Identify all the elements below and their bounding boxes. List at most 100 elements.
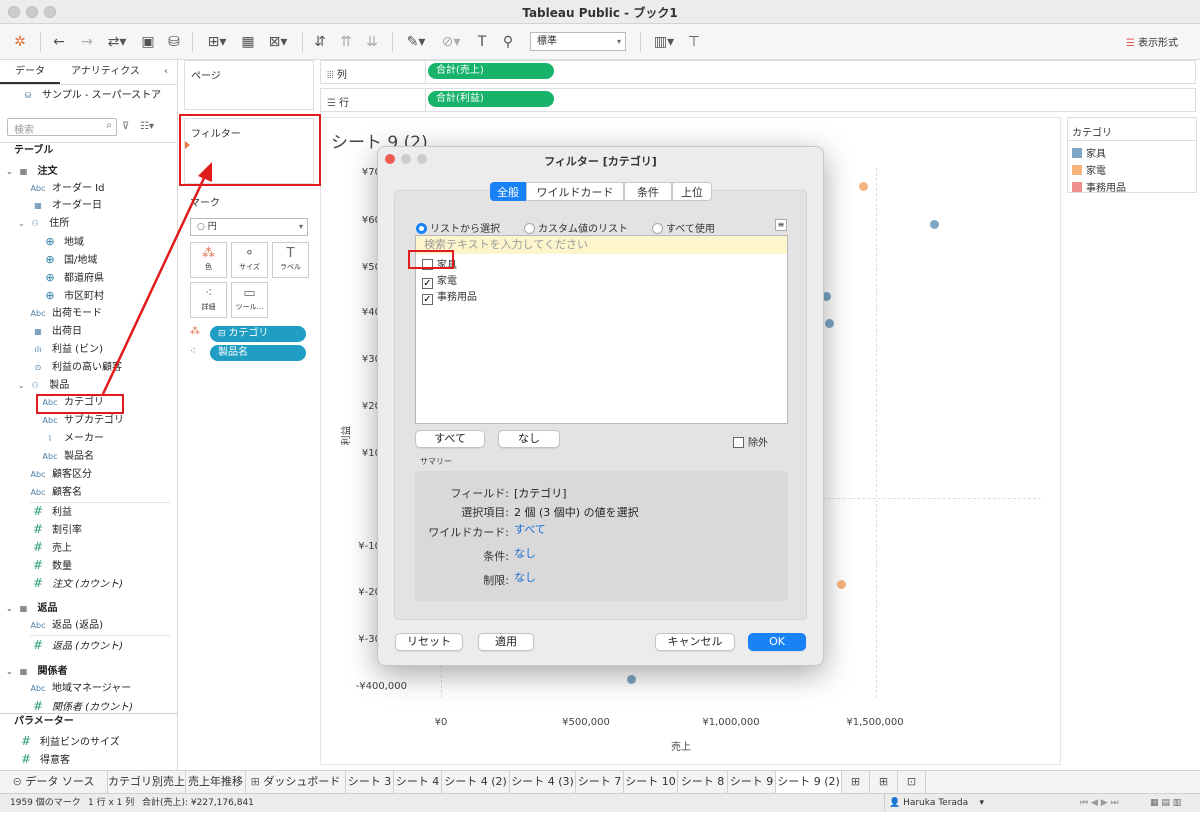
field-ship-mode[interactable]: Abc 出荷モード [30,305,102,322]
param-profit-bin-size[interactable]: # 利益ビンのサイズ [18,733,120,750]
field-order-count[interactable]: # 注文 (カウント) [30,575,123,592]
list-search-input[interactable]: 検索テキストを入力してください [416,236,787,254]
tab-data[interactable]: データ [15,62,45,82]
sheet-tab-active[interactable]: シート 9 (2) [776,771,842,794]
field-subcategory[interactable]: Abc サブカテゴリ [42,412,124,429]
sheet-tab[interactable]: シート 7 [576,771,624,794]
grid-view-icon[interactable]: ▦ ▤ ▥ [1150,794,1181,812]
columns-shelf[interactable]: ⦙⦙⦙ 列 合計(売上) [320,60,1196,84]
data-point[interactable] [825,319,834,328]
rows-shelf[interactable]: ☰ 行 合計(利益) [320,88,1196,112]
tooltip-button[interactable]: ▭ ツール... [231,282,268,318]
fix-axes-icon[interactable]: ⚲ [498,32,518,52]
size-button[interactable]: ⚬ サイズ [231,242,268,278]
pill-category[interactable]: ⊟ カテゴリ [210,326,306,342]
field-customer-name[interactable]: Abc 顧客名 [30,484,82,501]
user-menu[interactable]: 👤 Haruka Terada ▾ [884,794,988,811]
field-city[interactable]: ⊕ 市区町村 [42,287,104,304]
new-story-icon[interactable]: ⊡ [898,771,926,794]
sheet-tab[interactable]: シート 4 [394,771,442,794]
summary-wildcard-link[interactable]: すべて [514,521,546,537]
tab-wildcard[interactable]: ワイルドカード [526,182,624,201]
apply-button[interactable]: 適用 [478,633,534,651]
undo-icon[interactable]: ← [48,32,70,52]
sort-descending-icon[interactable]: ⇊ [362,32,382,52]
field-order-id[interactable]: Abc オーダー Id [30,180,105,197]
sheet-tab[interactable]: シート 4 (3) [510,771,576,794]
table-orders[interactable]: ⌄ ▦ 注文 [6,163,58,180]
sheet-tab[interactable]: シート 9 [728,771,776,794]
filter-fields-icon[interactable]: ⊽ [122,118,129,135]
field-prefecture[interactable]: ⊕ 都道府県 [42,269,104,286]
sheet-tab[interactable]: シート 3 [346,771,394,794]
new-dashboard-icon[interactable]: ⊞ [870,771,898,794]
new-worksheet-icon[interactable]: ⊞▾ [200,32,234,52]
legend-item[interactable]: 家電 [1072,162,1106,177]
data-point[interactable] [837,580,846,589]
group-icon[interactable]: ⊘▾ [436,32,466,52]
detail-button[interactable]: ⁖ 詳細 [190,282,227,318]
redo-icon[interactable]: → [76,32,98,52]
dashboard-tab[interactable]: ⊞ ダッシュボード 1 [246,771,346,810]
pill-product-name[interactable]: 製品名 [210,345,306,361]
fit-select[interactable]: 標準 ▾ [530,32,626,51]
field-segment[interactable]: Abc 顧客区分 [30,466,92,483]
data-point[interactable] [627,675,636,684]
field-country[interactable]: ⊕ 国/地域 [42,251,97,268]
sheet-tab[interactable]: 売上年推移 [186,771,246,794]
presentation-mode-icon[interactable]: ⊤ [684,32,704,52]
mark-type-select[interactable]: ○ 円 ▾ [190,218,308,236]
highlight-icon[interactable]: ✎▾ [400,32,432,52]
legend-item[interactable]: 事務用品 [1072,179,1126,194]
tab-condition[interactable]: 条件 [624,182,672,201]
cancel-button[interactable]: キャンセル [655,633,735,651]
duplicate-sheet-icon[interactable]: ▦ [238,32,258,52]
replace-data-icon[interactable]: ⇄▾ [102,32,132,52]
collapse-pane-icon[interactable]: ‹ [164,62,168,82]
field-returned[interactable]: Abc 返品 (返品) [30,617,103,634]
sheet-tab[interactable]: シート 8 [678,771,728,794]
data-point[interactable] [930,220,939,229]
field-search-input[interactable]: 検索 ⌕ [7,118,117,136]
field-ship-date[interactable]: ▦ 出荷日 [30,323,82,340]
hierarchy-address[interactable]: ⌄ ⚇ 住所 [18,215,69,232]
tableau-logo-icon[interactable]: ✲ [10,32,30,52]
list-item-appliances[interactable]: ✓ 家電 [422,272,457,289]
legend-item[interactable]: 家具 [1072,145,1106,160]
new-worksheet-icon[interactable]: ⊞ [842,771,870,794]
tab-analytics[interactable]: アナリティクス [71,62,140,82]
radio-custom-value-list[interactable]: カスタム値のリスト [524,220,628,235]
list-item-office-supplies[interactable]: ✓ 事務用品 [422,288,477,305]
show-labels-icon[interactable]: T [472,32,492,52]
navigation-arrows-icon[interactable]: ⏮ ◀ ▶ ⏭ [1080,794,1119,812]
datasource-item[interactable]: ⛁ サンプル - スーパーストア [20,87,161,104]
list-options-icon[interactable]: ≡ [775,219,787,231]
label-button[interactable]: T ラベル [272,242,309,278]
summary-limit-link[interactable]: なし [514,569,536,585]
field-order-date[interactable]: ▦ オーダー日 [30,197,102,214]
field-discount[interactable]: # 割引率 [30,521,82,538]
summary-condition-link[interactable]: なし [514,545,536,561]
reset-button[interactable]: リセット [395,633,463,651]
table-people[interactable]: ⌄ ▦ 関係者 [6,663,68,680]
sheet-tab[interactable]: シート 4 (2) [442,771,510,794]
data-point[interactable] [859,182,868,191]
field-quantity[interactable]: # 数量 [30,557,72,574]
clear-sheet-icon[interactable]: ⊠▾ [262,32,294,52]
color-button[interactable]: ⁂ 色 [190,242,227,278]
field-sales[interactable]: # 売上 [30,539,72,556]
new-datasource-icon[interactable]: ⛁ [164,32,184,52]
pill-sum-sales[interactable]: 合計(売上) [428,63,554,79]
select-all-button[interactable]: すべて [415,430,485,448]
checkbox-checked[interactable]: ✓ [422,294,433,305]
sheet-tab[interactable]: シート 10 [624,771,678,794]
ok-button[interactable]: OK [748,633,806,651]
field-product-name[interactable]: Abc 製品名 [42,448,94,465]
hierarchy-product[interactable]: ⌄ ⚇ 製品 [18,377,69,394]
field-manufacturer[interactable]: ⌇ メーカー [42,430,104,447]
pages-shelf[interactable]: ページ [184,60,314,110]
tab-top[interactable]: 上位 [672,182,712,201]
field-region[interactable]: ⊕ 地域 [42,233,84,250]
view-options-icon[interactable]: ☷▾ [140,118,154,135]
sort-ascending-icon[interactable]: ⇈ [336,32,356,52]
